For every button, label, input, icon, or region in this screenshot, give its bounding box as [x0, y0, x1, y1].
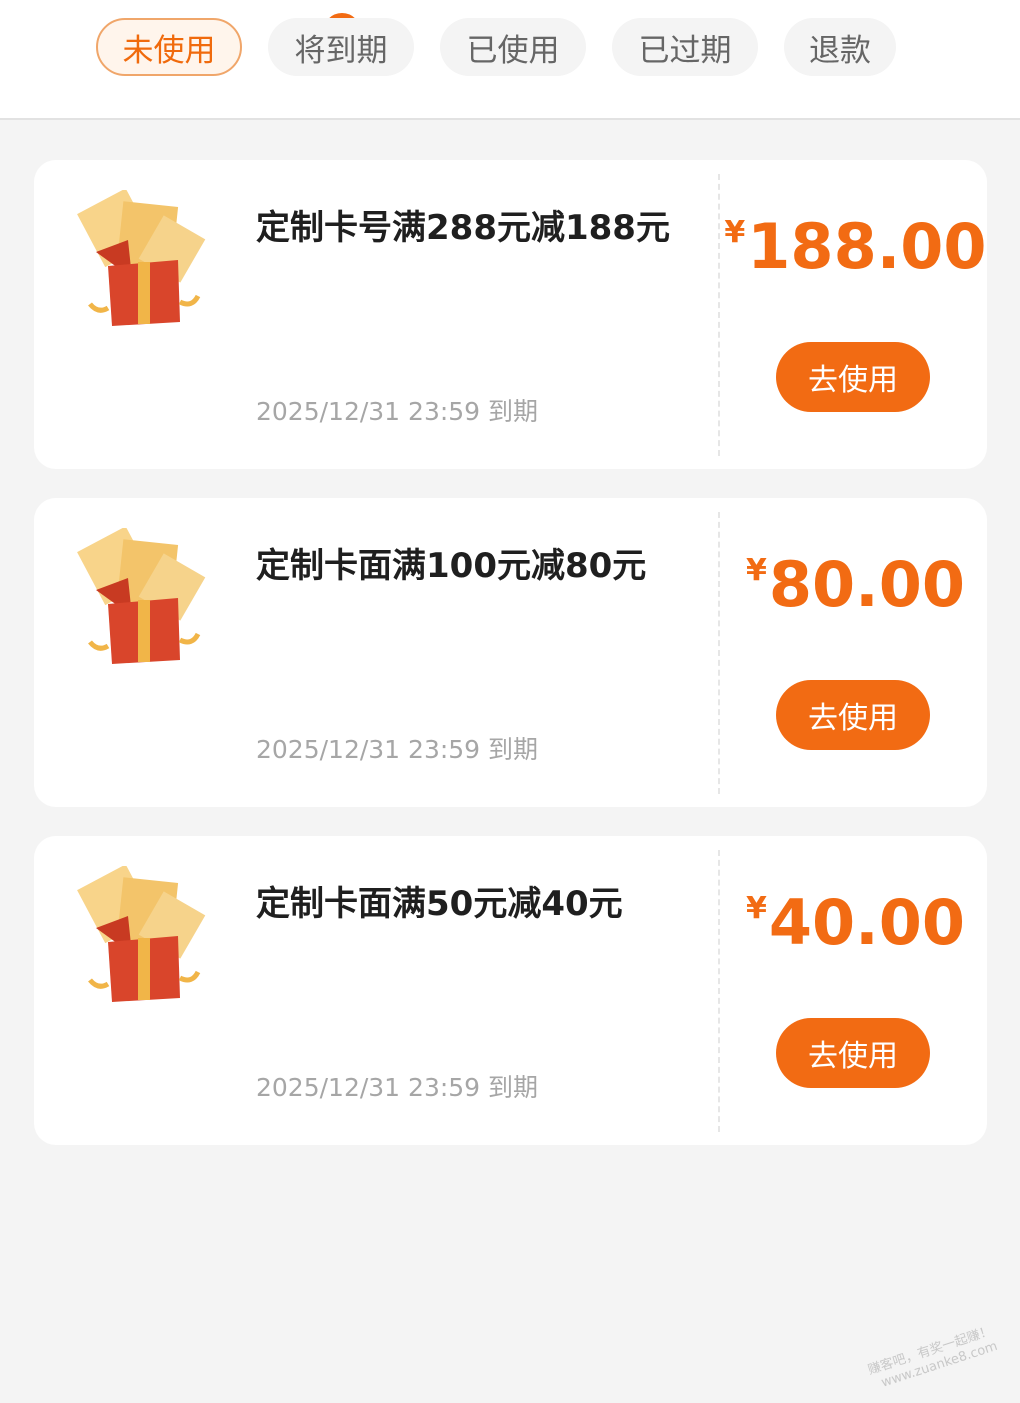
coupon-title: 定制卡号满288元减188元 [256, 208, 670, 248]
tab-label: 已过期 [638, 32, 732, 69]
divider [718, 850, 720, 1132]
watermark: 赚客吧，有奖一起赚！ www.zuanke8.com [866, 1324, 1000, 1395]
currency-symbol: ¥ [746, 891, 767, 926]
coupon-title: 定制卡面满100元减80元 [256, 546, 647, 586]
amount-value: 188.00 [747, 210, 987, 283]
amount-value: 80.00 [768, 548, 965, 621]
use-button[interactable]: 去使用 [776, 680, 930, 750]
tab-expired[interactable]: 已过期 [612, 18, 758, 76]
coupon-expiry: 2025/12/31 23:59 到期 [256, 397, 539, 426]
use-button[interactable]: 去使用 [776, 1018, 930, 1088]
tab-label: 退款 [809, 32, 871, 69]
currency-symbol: ¥ [746, 553, 767, 588]
currency-symbol: ¥ [724, 215, 746, 250]
coupon-card: 定制卡号满288元减188元 2025/12/31 23:59 到期 ¥188.… [34, 160, 987, 469]
tab-unused[interactable]: 未使用 3 [96, 10, 364, 76]
coupon-expiry: 2025/12/31 23:59 到期 [256, 1073, 539, 1102]
gift-box-icon [77, 528, 206, 664]
coupon-expiry: 2025/12/31 23:59 到期 [256, 735, 539, 764]
gift-box-icon [77, 866, 206, 1002]
coupon-amount: ¥80.00 [724, 548, 987, 621]
divider [718, 174, 720, 456]
tab-refund[interactable]: 退款 [784, 18, 896, 76]
amount-value: 40.00 [768, 886, 965, 959]
coupon-card: 定制卡面满100元减80元 2025/12/31 23:59 到期 ¥80.00… [34, 498, 987, 807]
coupon-amount: ¥40.00 [724, 886, 987, 959]
tab-expiring[interactable]: 将到期 [268, 18, 414, 76]
use-button[interactable]: 去使用 [776, 342, 930, 412]
coupon-card: 定制卡面满50元减40元 2025/12/31 23:59 到期 ¥40.00 … [34, 836, 987, 1145]
coupon-amount: ¥188.00 [724, 210, 987, 283]
tab-bar: 未使用 3 将到期 已使用 已过期 退款 [0, 0, 1020, 120]
divider [718, 512, 720, 794]
coupon-title: 定制卡面满50元减40元 [256, 884, 623, 924]
tab-used[interactable]: 已使用 [440, 18, 586, 76]
gift-box-icon [77, 190, 206, 326]
tab-label: 将到期 [294, 32, 388, 69]
tab-label: 未使用 [122, 32, 216, 69]
tab-label: 已使用 [466, 32, 560, 69]
